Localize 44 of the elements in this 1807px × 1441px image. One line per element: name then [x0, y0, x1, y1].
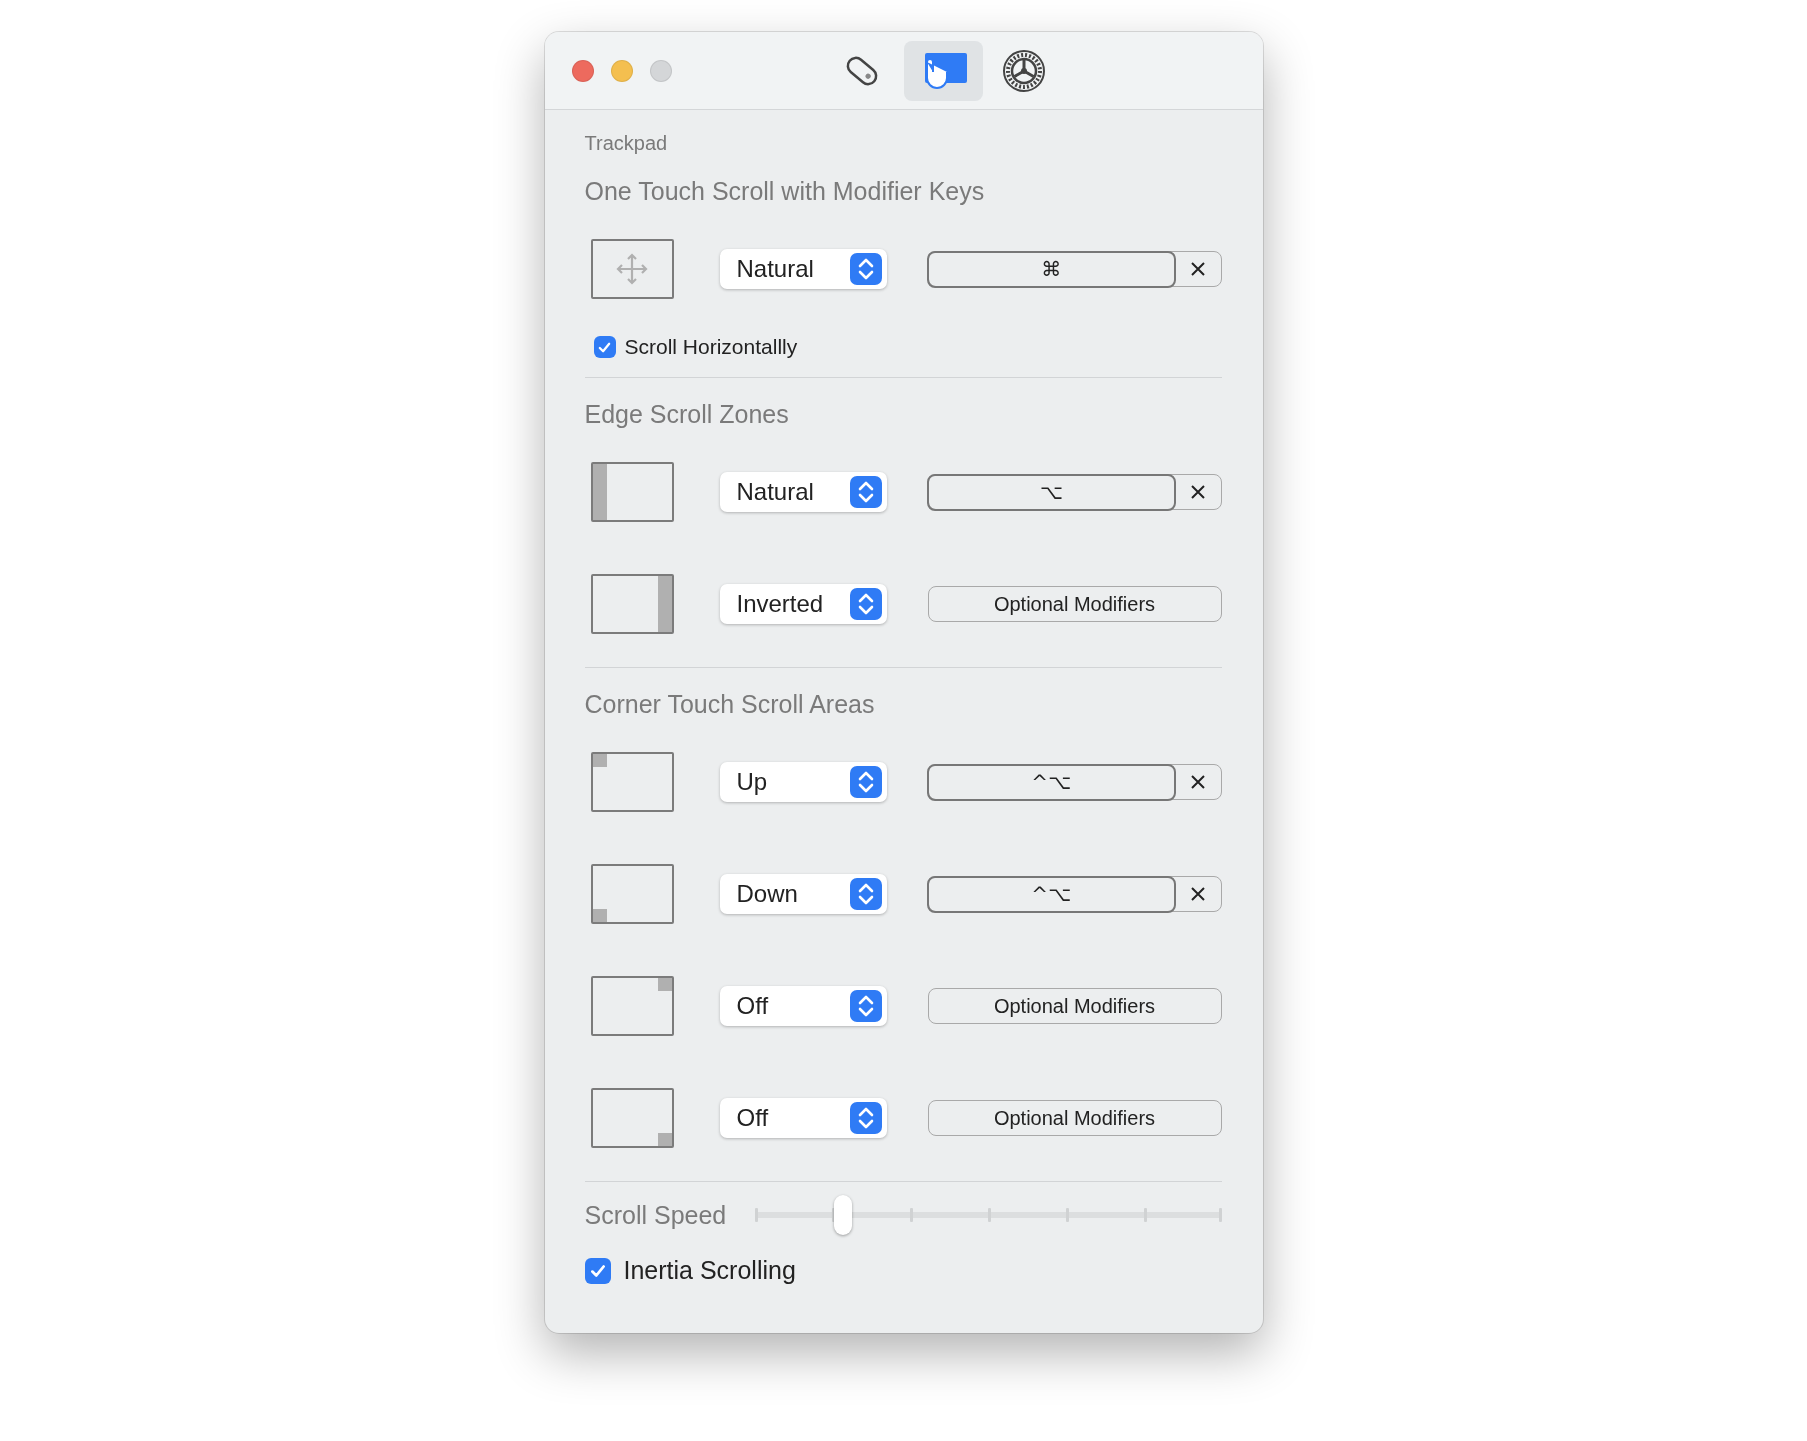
stepper-icon — [849, 476, 882, 508]
direction-popup[interactable]: Up — [719, 762, 887, 802]
direction-popup[interactable]: Off — [719, 1098, 887, 1138]
move-icon — [615, 252, 649, 286]
checkbox-label: Scroll Horizontallly — [624, 335, 798, 359]
toolbar-tab[interactable] — [903, 41, 983, 101]
optional-modifiers-button[interactable]: Optional Modifiers — [927, 586, 1222, 622]
optional-modifiers-button[interactable]: Optional Modifiers — [927, 1100, 1222, 1136]
checkbox[interactable] — [584, 1257, 611, 1284]
stepper-icon — [849, 253, 882, 285]
close-icon — [1190, 774, 1206, 790]
checkbox-label: Inertia Scrolling — [623, 1256, 796, 1285]
close-icon — [1190, 261, 1206, 277]
section-heading: Edge Scroll Zones — [584, 400, 790, 428]
section-heading: Corner Touch Scroll Areas — [584, 690, 876, 718]
close-button[interactable] — [571, 59, 594, 82]
settings-icon — [1001, 48, 1047, 94]
direction-popup[interactable]: Off — [719, 986, 887, 1026]
stepper-icon — [849, 1102, 882, 1134]
direction-popup[interactable]: Natural — [719, 472, 887, 512]
optional-modifiers-button[interactable]: Optional Modifiers — [927, 988, 1222, 1024]
direction-popup[interactable]: Down — [719, 874, 887, 914]
stepper-icon — [849, 990, 882, 1022]
slider-label: Scroll Speed — [584, 1200, 728, 1230]
shortcut-recorder[interactable]: ^⌥ — [927, 764, 1222, 800]
section-heading: One Touch Scroll with Modifier Keys — [584, 177, 986, 205]
shortcut-field[interactable]: ^⌥ — [927, 875, 1176, 913]
direction-popup[interactable]: Natural — [719, 249, 887, 289]
speed-slider[interactable] — [754, 1194, 1222, 1236]
shortcut-field[interactable]: ^⌥ — [927, 763, 1176, 801]
close-icon — [1190, 886, 1206, 902]
stepper-icon — [849, 588, 882, 620]
shortcut-field[interactable]: ⌥ — [927, 473, 1176, 511]
shortcut-recorder[interactable]: ⌘ — [927, 251, 1222, 287]
direction-popup[interactable]: Inverted — [719, 584, 887, 624]
checkbox[interactable] — [593, 336, 616, 358]
shortcut-field[interactable]: ⌘ — [927, 250, 1176, 288]
stepper-icon — [849, 766, 882, 798]
slider-thumb[interactable] — [834, 1195, 853, 1235]
close-icon — [1190, 484, 1206, 500]
pane-title: Trackpad — [584, 131, 669, 155]
shortcut-recorder[interactable]: ^⌥ — [927, 876, 1222, 912]
shortcut-recorder[interactable]: ⌥ — [927, 474, 1222, 510]
stepper-icon — [849, 878, 882, 910]
